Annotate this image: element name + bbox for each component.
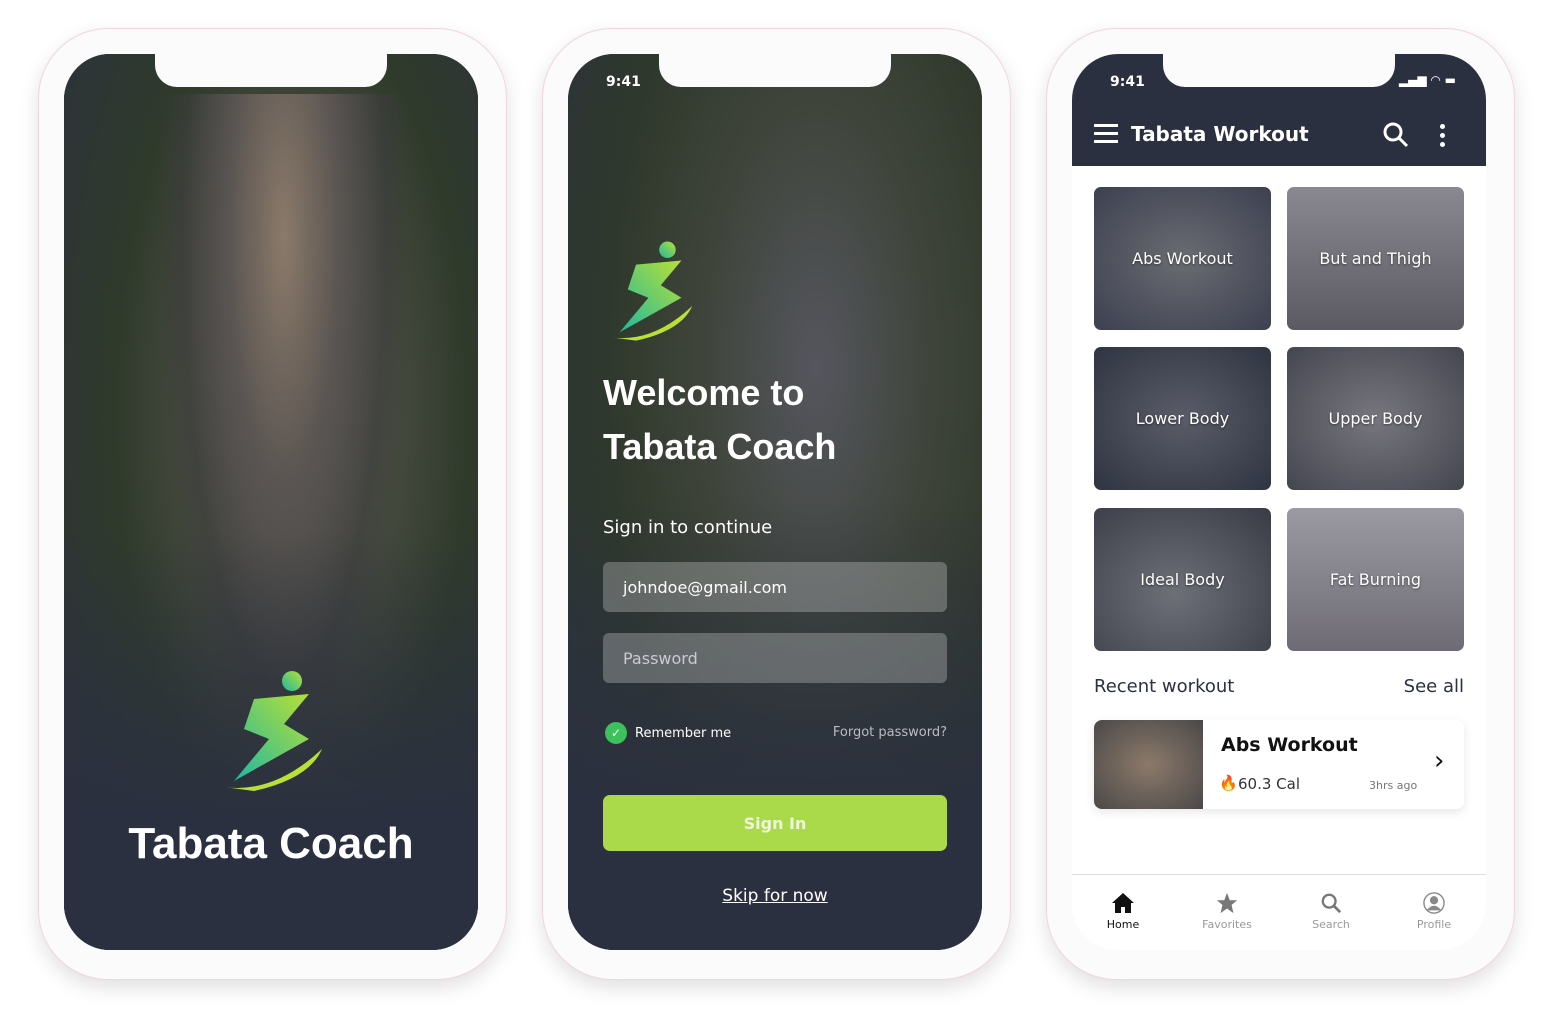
status-icons: ▂▄▆ ◠ ▬	[1398, 73, 1456, 87]
notch	[1163, 54, 1395, 87]
category-tile-ideal-body[interactable]: Ideal Body	[1094, 508, 1271, 651]
nav-favorites[interactable]: Favorites	[1187, 892, 1267, 931]
forgot-password-link[interactable]: Forgot password?	[833, 725, 947, 740]
splash-title: Tabata Coach	[128, 819, 414, 868]
recent-workout-card[interactable]: Abs Workout 🔥 60.3 Cal 3hrs ago ›	[1094, 720, 1464, 809]
splash-screen: Tabata Coach	[64, 54, 478, 950]
recent-workout-heading: Recent workout	[1094, 676, 1235, 697]
recent-workout-title: Abs Workout	[1221, 734, 1358, 756]
app-logo-icon	[224, 671, 322, 791]
see-all-link[interactable]: See all	[1404, 676, 1464, 697]
star-icon	[1216, 892, 1238, 914]
nav-favorites-label: Favorites	[1202, 918, 1252, 931]
welcome-line-2: Tabata Coach	[603, 426, 837, 467]
nav-home[interactable]: Home	[1083, 892, 1163, 931]
sign-in-button[interactable]: Sign In	[603, 795, 947, 851]
chevron-right-icon[interactable]: ›	[1434, 746, 1444, 776]
category-tile-fat-burning[interactable]: Fat Burning	[1287, 508, 1464, 651]
category-tile-abs[interactable]: Abs Workout	[1094, 187, 1271, 330]
search-icon[interactable]	[1383, 122, 1409, 148]
category-tile-but-thigh[interactable]: But and Thigh	[1287, 187, 1464, 330]
signin-subtitle: Sign in to continue	[603, 517, 773, 538]
login-screen: 9:41 Welcome to Tabata Coach Sign in to …	[568, 54, 982, 950]
recent-workout-thumbnail	[1094, 720, 1203, 809]
search-icon	[1321, 893, 1342, 914]
nav-search-label: Search	[1312, 918, 1350, 931]
remember-me-checkbox[interactable]: ✓ Remember me	[605, 722, 731, 744]
notch	[155, 54, 387, 87]
remember-label: Remember me	[635, 725, 732, 741]
nav-search[interactable]: Search	[1291, 892, 1371, 931]
recent-workout-time: 3hrs ago	[1369, 779, 1418, 792]
header-title: Tabata Workout	[1131, 122, 1309, 146]
email-input[interactable]: johndoe@gmail.com	[603, 562, 947, 612]
welcome-line-1: Welcome to	[603, 372, 805, 413]
status-time: 9:41	[606, 74, 641, 90]
status-time: 9:41	[1110, 74, 1145, 90]
nav-home-label: Home	[1106, 918, 1140, 931]
menu-icon[interactable]	[1094, 124, 1118, 143]
check-icon: ✓	[605, 722, 627, 744]
recent-workout-calories: 60.3 Cal	[1238, 775, 1300, 793]
home-icon	[1112, 893, 1134, 913]
profile-icon	[1423, 892, 1445, 914]
nav-divider	[1072, 874, 1486, 875]
category-tile-lower-body[interactable]: Lower Body	[1094, 347, 1271, 490]
home-screen: 9:41 ▂▄▆ ◠ ▬ Tabata Workout Abs Workout …	[1072, 54, 1486, 950]
skip-link[interactable]: Skip for now	[568, 886, 982, 906]
app-logo-icon	[611, 241, 693, 341]
flame-icon: 🔥	[1219, 774, 1238, 792]
nav-profile[interactable]: Profile	[1394, 892, 1474, 931]
app-header: 9:41 ▂▄▆ ◠ ▬ Tabata Workout	[1072, 54, 1486, 166]
category-tile-upper-body[interactable]: Upper Body	[1287, 347, 1464, 490]
more-options-icon[interactable]	[1440, 124, 1445, 147]
password-input[interactable]: Password	[603, 633, 947, 683]
nav-profile-label: Profile	[1416, 918, 1452, 931]
notch	[659, 54, 891, 87]
